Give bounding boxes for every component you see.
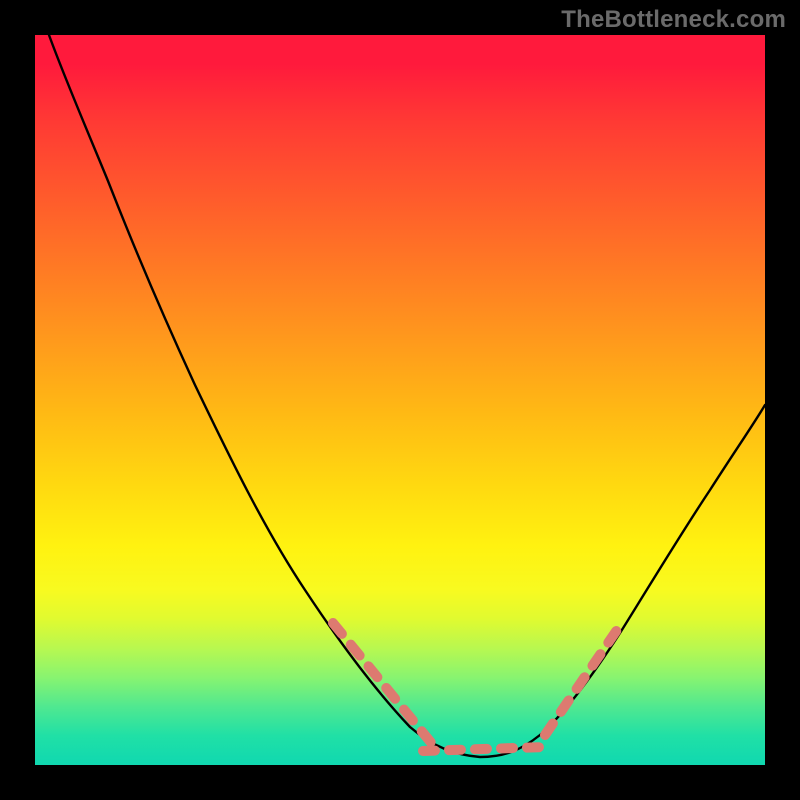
chart-frame: TheBottleneck.com — [0, 0, 800, 800]
highlight-dots-left — [333, 623, 433, 745]
bottleneck-curve — [49, 35, 765, 757]
chart-overlay — [35, 35, 765, 765]
watermark-text: TheBottleneck.com — [561, 6, 786, 34]
